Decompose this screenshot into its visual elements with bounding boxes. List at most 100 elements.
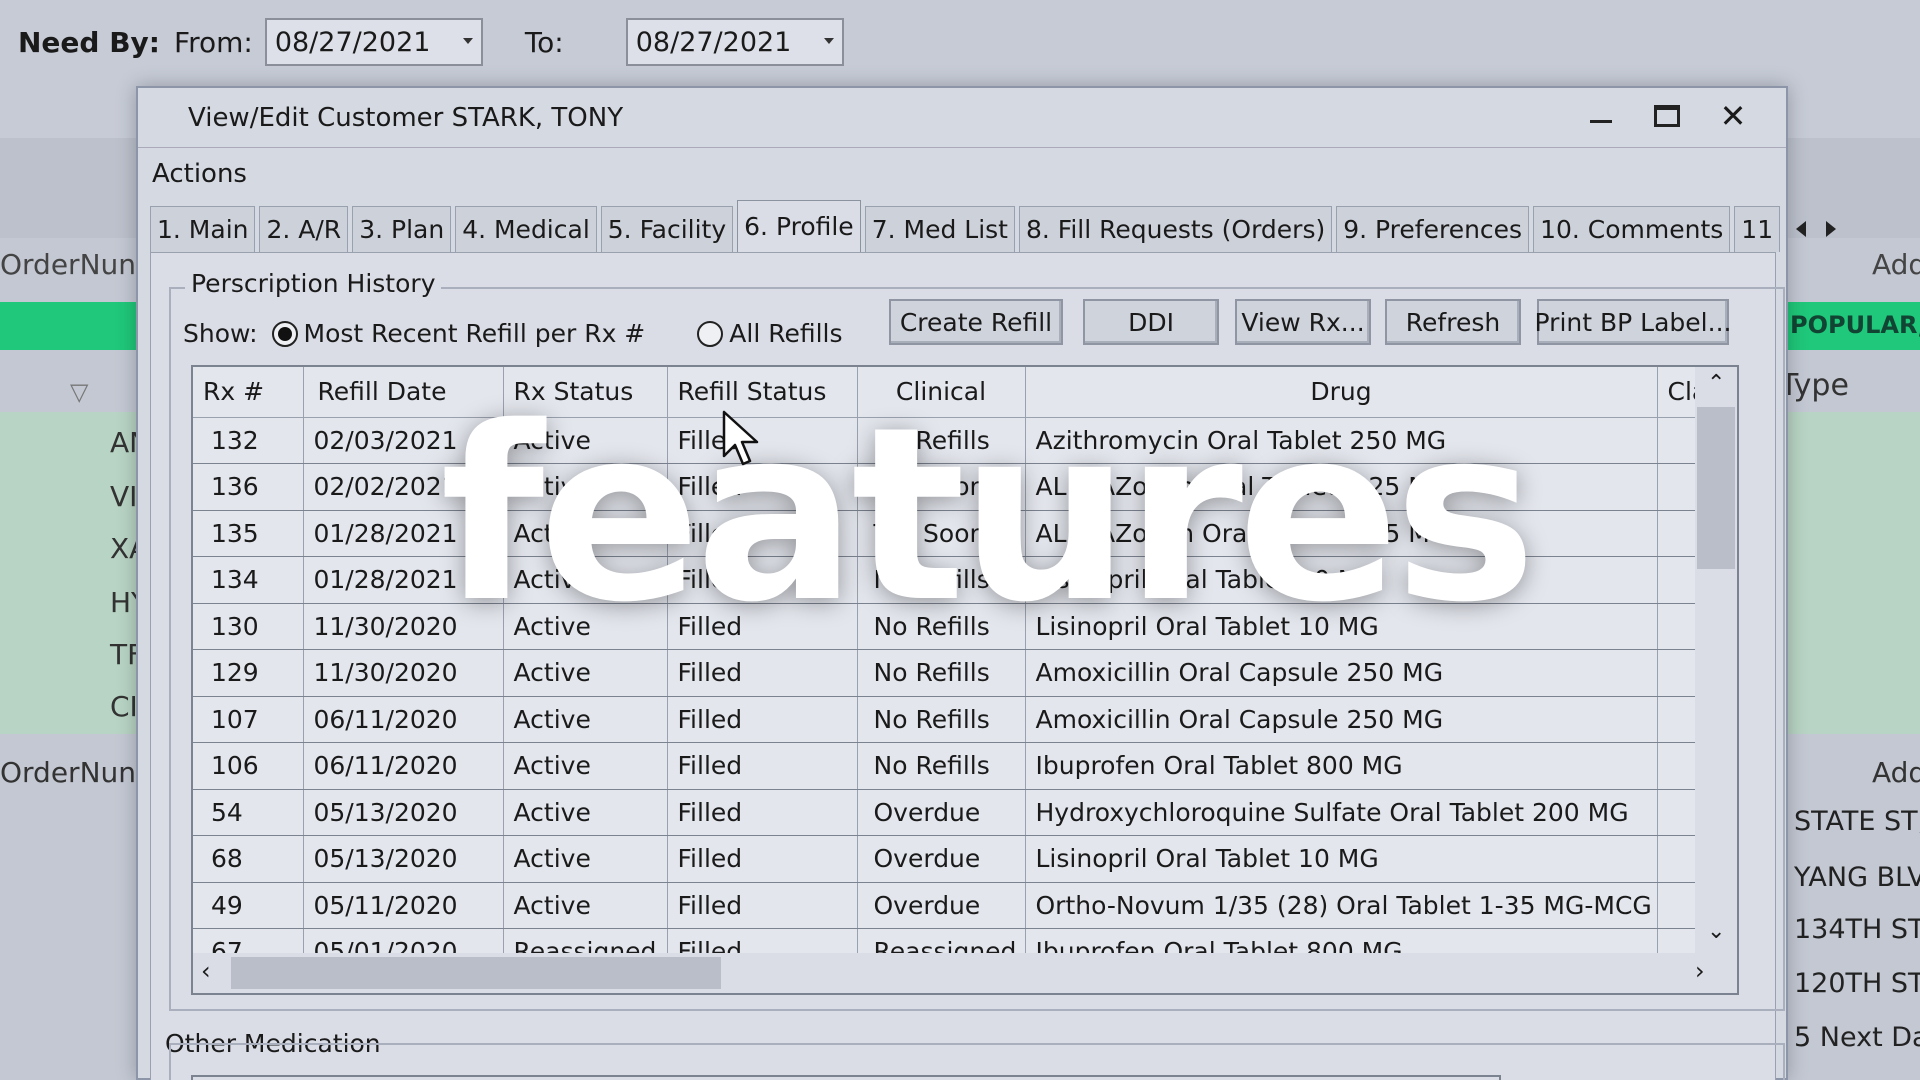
actions-menu-bar: Actions xyxy=(138,148,1786,200)
view-rx-button[interactable]: View Rx... xyxy=(1235,299,1371,345)
close-icon: ✕ xyxy=(1719,97,1747,135)
cell-drug: Lisinopril Oral Tablet 10 MG xyxy=(1025,835,1658,883)
from-date-picker[interactable]: 08/27/2021 xyxy=(264,18,483,66)
cell-rx-status: Active xyxy=(503,835,668,883)
chevron-left-icon[interactable]: ‹ xyxy=(201,957,211,985)
tab-main[interactable]: 1. Main xyxy=(150,206,256,252)
cell-rx-number: 132 xyxy=(193,417,304,464)
chevron-up-icon[interactable]: ⌃ xyxy=(1707,371,1725,396)
print-bp-label-button[interactable]: Print BP Label... xyxy=(1535,299,1731,345)
radio-selected-icon[interactable] xyxy=(271,320,298,347)
arrow-right-icon[interactable] xyxy=(1826,221,1837,237)
background-address: 120TH ST; xyxy=(1794,968,1920,999)
cell-refill-date: 05/13/2020 xyxy=(303,835,504,883)
horizontal-scrollbar[interactable]: ‹ › xyxy=(193,953,1737,993)
vertical-scroll-thumb[interactable] xyxy=(1697,407,1735,569)
horizontal-scroll-thumb[interactable] xyxy=(231,957,721,989)
cell-rx-status: Active xyxy=(503,882,668,929)
ddi-button[interactable]: DDI xyxy=(1083,299,1219,345)
chevron-right-icon[interactable]: › xyxy=(1695,957,1705,985)
tab-med-list[interactable]: 7. Med List xyxy=(864,206,1015,252)
cell-rx-status: Active xyxy=(503,696,668,743)
tab-scroll-controls xyxy=(1796,206,1837,252)
cell-clinical: No Refills xyxy=(857,742,1026,790)
table-row[interactable]: 129 11/30/2020 Active Filled No Refills Amoxi… xyxy=(193,649,1718,697)
cell-rx-number: 54 xyxy=(193,789,304,836)
background-rows-right xyxy=(1784,412,1920,734)
cell-drug: Amoxicillin Oral Capsule 250 MG xyxy=(1025,696,1658,743)
background-rows-left xyxy=(0,412,140,734)
chevron-down-icon[interactable]: ⌄ xyxy=(1707,919,1725,944)
cell-rx-number: 106 xyxy=(193,742,304,790)
need-by-filter: Need By: From: 08/27/2021 To: 08/27/2021 xyxy=(18,18,886,66)
tab-11[interactable]: 11 xyxy=(1734,206,1781,252)
table-row[interactable]: 68 05/13/2020 Active Filled Overdue Lisinopri… xyxy=(193,835,1718,883)
other-medication-grid[interactable] xyxy=(191,1075,1501,1080)
cell-clinical: Overdue xyxy=(857,882,1026,929)
tab-preferences[interactable]: 9. Preferences xyxy=(1336,206,1530,252)
minimize-button[interactable] xyxy=(1584,96,1618,136)
tab-fill-requests[interactable]: 8. Fill Requests (Orders) xyxy=(1018,206,1333,252)
cell-refill-status: Filled xyxy=(667,882,858,929)
refresh-button[interactable]: Refresh xyxy=(1385,299,1521,345)
vertical-scrollbar[interactable]: ⌃ ⌄ xyxy=(1695,367,1737,953)
background-address: 5 Next Day xyxy=(1794,1022,1920,1053)
maximize-button[interactable] xyxy=(1650,96,1684,136)
cell-refill-status: Filled xyxy=(667,789,858,836)
tab-ar[interactable]: 2. A/R xyxy=(259,206,349,252)
cell-rx-status: Active xyxy=(503,789,668,836)
cell-drug: Ortho-Novum 1/35 (28) Oral Tablet 1-35 M… xyxy=(1025,882,1658,929)
chevron-down-icon[interactable] xyxy=(823,38,834,44)
dialog-tabs: 1. Main 2. A/R 3. Plan 4. Medical 5. Fac… xyxy=(150,200,1837,252)
mouse-cursor-icon xyxy=(722,410,759,466)
cell-clinical: No Refills xyxy=(857,649,1026,697)
address-header: Add xyxy=(1872,248,1920,281)
highlighted-row-right: POPULAR; V xyxy=(1784,302,1920,350)
cell-rx-status: Active xyxy=(503,742,668,790)
prescription-history-title: Perscription History xyxy=(185,269,442,298)
column-header-rx[interactable]: Rx # xyxy=(193,367,304,418)
radio-most-recent-label: Most Recent Refill per Rx # xyxy=(303,319,646,348)
order-number-header-2: OrderNun xyxy=(0,756,137,789)
address-header-2: Add xyxy=(1872,756,1920,789)
radio-most-recent[interactable]: Most Recent Refill per Rx # xyxy=(271,319,646,348)
tab-medical[interactable]: 4. Medical xyxy=(455,206,597,252)
overlay-caption: features xyxy=(440,375,1537,655)
table-row[interactable]: 106 06/11/2020 Active Filled No Refills Ibupr… xyxy=(193,742,1718,790)
radio-unselected-icon[interactable] xyxy=(697,320,724,347)
arrow-left-icon[interactable] xyxy=(1796,221,1807,237)
table-row[interactable]: 54 05/13/2020 Active Filled Overdue Hydroxych… xyxy=(193,789,1718,836)
table-row[interactable]: 49 05/11/2020 Active Filled Overdue Ortho-Nov… xyxy=(193,882,1718,929)
tab-profile[interactable]: 6. Profile xyxy=(737,200,861,252)
dialog-title: View/Edit Customer STARK, TONY xyxy=(188,102,624,133)
close-button[interactable]: ✕ xyxy=(1716,96,1750,136)
actions-menu[interactable]: Actions xyxy=(152,159,247,189)
cell-rx-status: Active xyxy=(503,649,668,697)
tab-facility[interactable]: 5. Facility xyxy=(600,206,734,252)
to-date-picker[interactable]: 08/27/2021 xyxy=(625,18,844,66)
tab-plan[interactable]: 3. Plan xyxy=(352,206,452,252)
to-label: To: xyxy=(524,25,564,59)
background-row-text: VI xyxy=(110,480,138,513)
background-address: 134TH ST; xyxy=(1794,914,1920,945)
cell-clinical: Overdue xyxy=(857,835,1026,883)
table-row[interactable]: 107 06/11/2020 Active Filled No Refills Amoxi… xyxy=(193,696,1718,743)
filter-icon[interactable]: ▽ xyxy=(70,378,88,406)
window-controls: ✕ xyxy=(1584,96,1750,136)
cell-rx-number: 135 xyxy=(193,510,304,557)
create-refill-button[interactable]: Create Refill xyxy=(889,299,1063,345)
cell-rx-number: 107 xyxy=(193,696,304,743)
cell-rx-number: 129 xyxy=(193,649,304,697)
type-header: Type xyxy=(1780,368,1849,403)
radio-all-refills[interactable]: All Refills xyxy=(697,319,843,348)
cell-refill-status: Filled xyxy=(667,649,858,697)
chevron-down-icon[interactable] xyxy=(462,38,473,44)
show-label: Show: xyxy=(183,319,258,348)
tab-comments[interactable]: 10. Comments xyxy=(1533,206,1731,252)
cell-refill-status: Filled xyxy=(667,835,858,883)
cell-refill-status: Filled xyxy=(667,742,858,790)
highlighted-row-left xyxy=(0,302,140,350)
background-address: STATE ST; xyxy=(1794,806,1920,837)
cell-refill-status: Filled xyxy=(667,696,858,743)
dialog-titlebar[interactable]: View/Edit Customer STARK, TONY ✕ xyxy=(138,88,1786,148)
